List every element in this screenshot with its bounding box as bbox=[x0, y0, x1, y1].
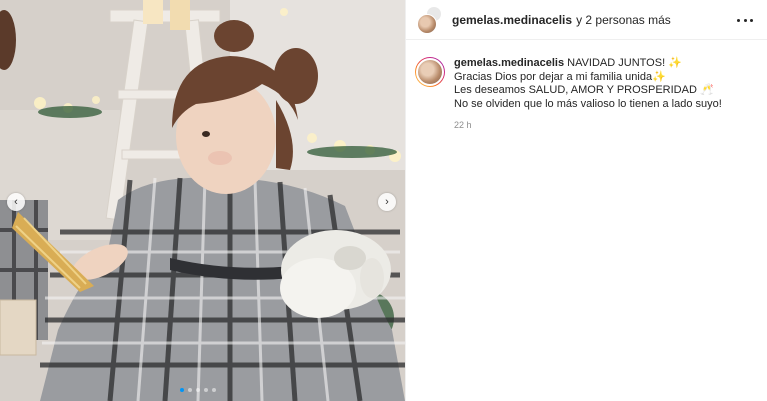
caption-line-2: Gracias Dios por dejar a mi familia unid… bbox=[454, 70, 666, 83]
collab-avatars[interactable] bbox=[416, 5, 444, 34]
carousel-dot bbox=[204, 388, 208, 392]
post-header: gemelas.medinacelis y 2 personas más bbox=[406, 0, 767, 40]
carousel-dot bbox=[196, 388, 200, 392]
photo-illustration bbox=[0, 0, 405, 401]
post-details-pane: gemelas.medinacelis y 2 personas más gem… bbox=[405, 0, 767, 401]
author-avatar bbox=[417, 13, 437, 34]
caption-username[interactable]: gemelas.medinacelis bbox=[454, 57, 564, 69]
post-authors: gemelas.medinacelis y 2 personas más bbox=[452, 13, 671, 27]
carousel-dot bbox=[180, 388, 184, 392]
caption-text-1: NAVIDAD JUNTOS! ✨ bbox=[567, 57, 682, 69]
chevron-left-icon[interactable]: ‹ bbox=[7, 193, 25, 211]
caption-line-3: Les deseamos SALUD, AMOR Y PROSPERIDAD 🥂 bbox=[454, 84, 714, 96]
caption-line-4: No se olviden que lo más valioso lo tien… bbox=[454, 97, 722, 110]
post-photo[interactable]: ‹ › bbox=[0, 0, 405, 401]
carousel-dot bbox=[188, 388, 192, 392]
caption-body: gemelas.medinacelis NAVIDAD JUNTOS! ✨ Gr… bbox=[454, 57, 722, 133]
caption-avatar[interactable] bbox=[415, 57, 445, 87]
more-options-icon[interactable] bbox=[737, 12, 753, 28]
header-username[interactable]: gemelas.medinacelis bbox=[452, 13, 572, 27]
carousel-dot bbox=[212, 388, 216, 392]
carousel-indicator bbox=[180, 388, 216, 392]
post-timestamp[interactable]: 22 h bbox=[454, 119, 722, 133]
header-others[interactable]: y 2 personas más bbox=[576, 13, 671, 27]
post-caption: gemelas.medinacelis NAVIDAD JUNTOS! ✨ Gr… bbox=[406, 40, 767, 133]
caption-line-1: gemelas.medinacelis NAVIDAD JUNTOS! ✨ bbox=[454, 57, 722, 71]
chevron-right-icon[interactable]: › bbox=[378, 193, 396, 211]
